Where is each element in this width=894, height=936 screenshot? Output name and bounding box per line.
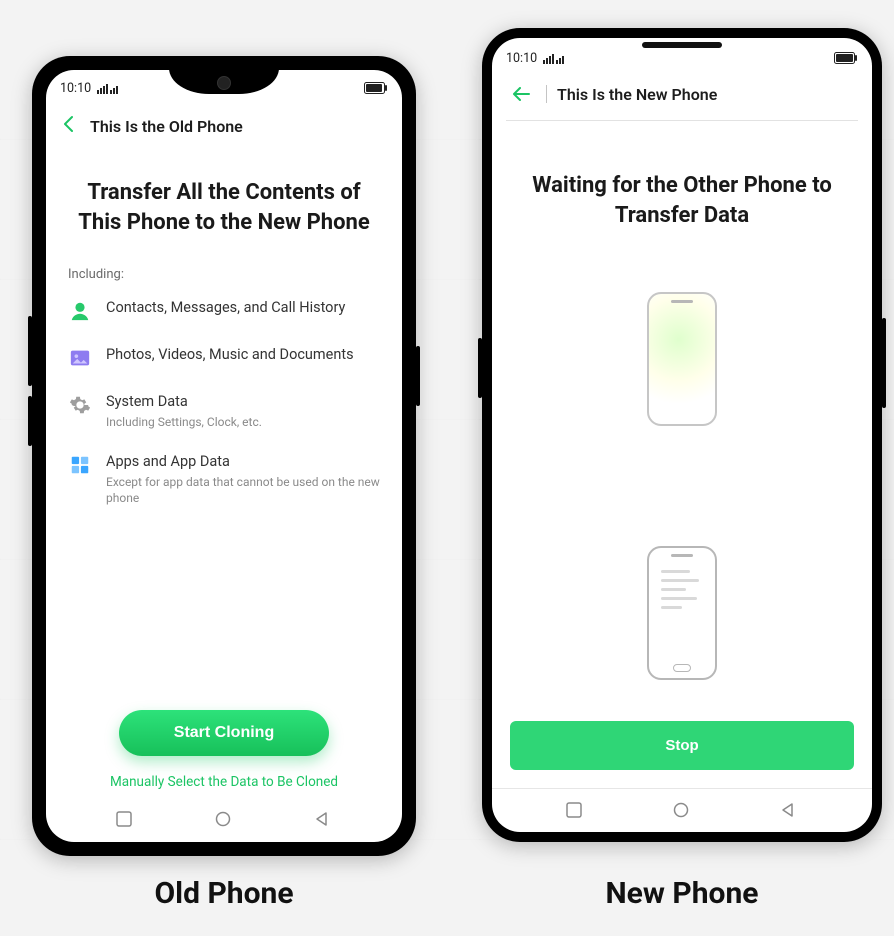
nav-back-icon[interactable]: [780, 802, 798, 820]
signal-icon: [543, 52, 565, 64]
include-item-media: Photos, Videos, Music and Documents: [68, 345, 380, 370]
status-time: 10:10: [60, 81, 91, 96]
gear-icon: [68, 393, 92, 417]
start-cloning-button[interactable]: Start Cloning: [119, 710, 329, 756]
item-subtitle: Including Settings, Clock, etc.: [106, 414, 380, 430]
include-item-contacts: Contacts, Messages, and Call History: [68, 298, 380, 323]
including-label: Including:: [68, 267, 380, 282]
contact-icon: [68, 299, 92, 323]
page-title: Waiting for the Other Phone to Transfer …: [512, 171, 852, 230]
nav-back-icon[interactable]: [314, 811, 332, 829]
signal-icon: [97, 82, 119, 94]
item-title: Contacts, Messages, and Call History: [106, 298, 380, 318]
android-nav-bar: [492, 788, 872, 832]
app-header: This Is the New Phone: [506, 68, 858, 121]
media-icon: [68, 346, 92, 370]
stop-button[interactable]: Stop: [510, 721, 854, 770]
item-title: Apps and App Data: [106, 452, 380, 472]
caption-old-phone: Old Phone: [32, 876, 416, 911]
header-title: This Is the Old Phone: [90, 117, 243, 136]
battery-icon: [834, 52, 858, 64]
illustration-phone-bottom: [647, 546, 717, 680]
manual-select-link[interactable]: Manually Select the Data to Be Cloned: [68, 774, 380, 790]
caption-new-phone: New Phone: [482, 876, 882, 911]
include-item-system: System Data Including Settings, Clock, e…: [68, 392, 380, 430]
app-header: This Is the Old Phone: [46, 100, 402, 152]
header-title: This Is the New Phone: [557, 85, 717, 104]
nav-recent-icon[interactable]: [116, 811, 134, 829]
nav-home-icon[interactable]: [673, 802, 691, 820]
old-phone-frame: 10:10: [32, 56, 416, 856]
battery-icon: [364, 82, 388, 94]
illustration-phone-top: [647, 292, 717, 426]
item-title: System Data: [106, 392, 380, 412]
back-chevron-icon[interactable]: [56, 110, 80, 142]
item-title: Photos, Videos, Music and Documents: [106, 345, 380, 365]
item-subtitle: Except for app data that cannot be used …: [106, 474, 380, 506]
waiting-illustration: [492, 270, 872, 721]
android-nav-bar: [46, 798, 402, 842]
page-title: Transfer All the Contents of This Phone …: [74, 178, 374, 237]
include-item-apps: Apps and App Data Except for app data th…: [68, 452, 380, 506]
status-time: 10:10: [506, 51, 537, 66]
apps-icon: [68, 453, 92, 477]
back-arrow-icon[interactable]: [506, 78, 536, 110]
nav-recent-icon[interactable]: [566, 802, 584, 820]
header-divider: [546, 85, 547, 103]
new-phone-frame: 10:10: [482, 28, 882, 842]
speaker-pill: [642, 42, 722, 48]
nav-home-icon[interactable]: [215, 811, 233, 829]
